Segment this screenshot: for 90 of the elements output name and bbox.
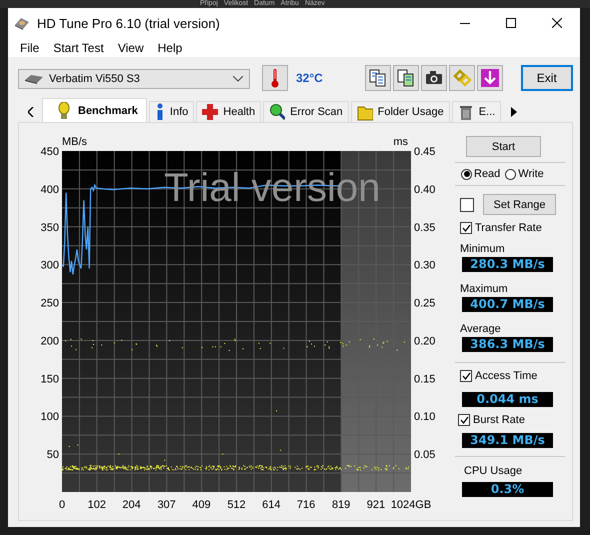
tick-label: 1024GB <box>390 499 432 511</box>
tick-label: 450 <box>40 146 59 158</box>
tick-label: 0.40 <box>414 184 436 196</box>
checkbox-label[interactable]: Burst Rate <box>473 414 525 426</box>
tick-label: 150 <box>40 373 59 386</box>
checkbox[interactable] <box>460 370 472 382</box>
tick-label: 0 <box>59 499 66 511</box>
stat-label: Maximum <box>460 283 509 295</box>
tick-label: 200 <box>40 335 59 348</box>
stat-value: 386.3 MB/s <box>462 337 553 352</box>
tick-label: 400 <box>40 184 59 196</box>
tick-label: 0.45 <box>414 146 436 158</box>
tick-label: 0.25 <box>414 298 436 310</box>
checkmark-icon <box>462 372 470 380</box>
tick-label: 0.35 <box>414 222 436 234</box>
tick-label: 0.05 <box>414 449 436 462</box>
drive-icon <box>25 74 43 84</box>
toolbar-button[interactable] <box>420 64 447 90</box>
tick-label: 921 <box>366 499 386 511</box>
toolbar-button[interactable] <box>392 64 419 90</box>
chevron-down-icon <box>233 76 243 82</box>
documents-icon <box>396 68 416 88</box>
documents-icon <box>368 68 388 88</box>
drive-dropdown[interactable]: Verbatim Vi550 S3 <box>18 68 250 88</box>
tick-label: 250 <box>40 298 59 310</box>
tab[interactable]: Info <box>148 101 194 122</box>
window-title: HD Tune Pro 6.10 (trial version) <box>37 16 221 30</box>
temperature-reading: 32°C <box>296 70 323 84</box>
tab[interactable]: Folder Usage <box>350 101 450 122</box>
trash-can-icon <box>458 103 474 121</box>
tab[interactable]: Benchmark <box>42 98 147 122</box>
chain-icon <box>452 68 472 88</box>
tick-label: 50 <box>46 449 59 462</box>
tab[interactable]: Health <box>196 101 262 122</box>
tick-label: 0.10 <box>414 411 436 424</box>
maximize-icon <box>506 18 516 28</box>
radio-label[interactable]: Read <box>474 168 500 180</box>
info-icon <box>154 103 165 121</box>
tick-label: 204 <box>122 499 141 511</box>
checkmark-icon <box>462 224 470 232</box>
stat-label: CPU Usage <box>464 465 524 477</box>
thermometer-icon <box>271 68 279 88</box>
temperature-button[interactable] <box>262 64 288 90</box>
tab[interactable]: Error Scan <box>263 101 349 122</box>
exit-button[interactable]: Exit <box>520 64 573 90</box>
toolbar-button[interactable] <box>364 64 391 90</box>
tick-label: 300 <box>40 260 59 272</box>
menu-item[interactable]: Start Test <box>46 40 111 54</box>
stat-value: 349.1 MB/s <box>462 433 553 448</box>
hard-drive-icon <box>14 16 30 30</box>
tick-label: 0.30 <box>414 260 436 272</box>
set-range-button[interactable]: Set Range <box>483 194 556 215</box>
tick-label: 716 <box>296 499 316 511</box>
tick-label: 100 <box>40 411 59 424</box>
stat-value: 400.7 MB/s <box>462 297 553 312</box>
close-icon <box>552 18 562 28</box>
scroll-right-icon <box>511 107 518 117</box>
tick-label: 350 <box>40 222 59 234</box>
tick-label: 0.20 <box>414 335 436 348</box>
checkbox[interactable] <box>460 222 472 234</box>
cross-icon <box>202 103 218 121</box>
checkbox-label[interactable]: Transfer Rate <box>475 222 542 234</box>
menu-item[interactable]: File <box>13 40 46 54</box>
start-button[interactable]: Start <box>466 136 541 157</box>
tick-label: 102 <box>88 499 106 511</box>
tick-label: 307 <box>157 499 176 511</box>
axis-unit: ms <box>393 136 408 148</box>
axis-unit: MB/s <box>62 136 88 148</box>
checkbox[interactable] <box>458 414 470 426</box>
tick-label: 512 <box>227 499 246 511</box>
stat-label: Minimum <box>460 243 506 255</box>
radio-label[interactable]: Write <box>518 168 544 180</box>
menu-item[interactable]: Help <box>150 40 190 54</box>
stat-value: 280.3 MB/s <box>462 257 553 272</box>
scroll-left-icon <box>28 107 34 117</box>
tick-label: 0.15 <box>414 373 436 386</box>
stat-value: 0.3% <box>462 482 553 497</box>
checkbox-label[interactable]: Access Time <box>475 370 538 382</box>
stat-value: 0.044 ms <box>462 392 553 407</box>
stat-label: Average <box>460 323 502 335</box>
radio-button[interactable] <box>461 168 472 180</box>
tab[interactable]: E... <box>452 101 502 122</box>
checkmark-icon <box>460 416 468 424</box>
tick-label: 409 <box>192 499 211 511</box>
menu-item[interactable]: View <box>110 40 151 54</box>
checkbox[interactable] <box>460 198 474 212</box>
tick-label: 819 <box>332 499 350 511</box>
radio-button[interactable] <box>505 168 516 180</box>
magnifier-icon <box>269 103 286 121</box>
tick-label: 614 <box>262 499 280 511</box>
